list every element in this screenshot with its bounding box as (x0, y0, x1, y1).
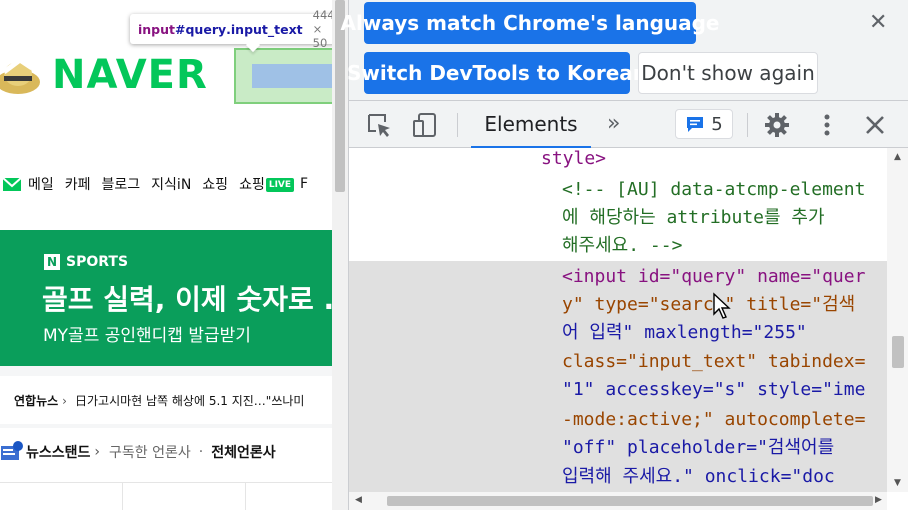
nav-item-shopping-live-label: 쇼핑 (239, 177, 265, 193)
all-press-link[interactable]: 전체언론사 (211, 442, 275, 462)
dom-tree[interactable]: style> <!-- [AU] data-atcmp-element 에 해당… (349, 148, 887, 492)
dom-text: y" type="search" title="검색 (562, 294, 856, 315)
nav-item-cut[interactable]: F (300, 176, 308, 192)
devtools-toolbar: Elements » 5 (349, 100, 908, 148)
dom-line[interactable]: "off" placeholder="검색어를 (562, 434, 834, 462)
naver-logo[interactable]: NAVER (0, 44, 232, 108)
tooltip-id: #query (175, 21, 227, 37)
chevron-right-icon: › (62, 393, 67, 408)
page-viewport: NAVER input #query .input_text 444 × 50 메일… (0, 0, 332, 510)
dom-line[interactable]: 입력해 주세요." onclick="doc (562, 463, 835, 491)
chevron-right-icon: › (94, 444, 101, 460)
language-infobar: Always match Chrome's language ✕ Switch … (341, 0, 908, 100)
dom-horizontal-scrollbar[interactable]: ◀ ▶ (349, 492, 887, 510)
toolbar-divider (747, 113, 748, 137)
dom-text: -mode:active;" autocomplete= (562, 409, 866, 430)
dom-vertical-scrollbar[interactable]: ▲ ▼ (887, 148, 908, 492)
dom-text: <!-- [AU] data-atcmp-element (562, 179, 866, 200)
tooltip-size: 444 × 50 (312, 8, 332, 50)
settings-gear-icon[interactable] (763, 111, 791, 139)
element-tooltip: input #query .input_text 444 × 50 (130, 8, 332, 50)
nav-item-shopping[interactable]: 쇼핑 (202, 174, 228, 194)
dom-text: "off" placeholder="검색어를 (562, 437, 835, 458)
close-devtools-icon[interactable] (861, 111, 889, 139)
nav-item-mail[interactable]: 메일 (28, 174, 54, 194)
close-icon[interactable]: ✕ (869, 12, 887, 34)
sports-brand: N SPORTS (44, 254, 128, 270)
news-source: 연합뉴스 (14, 394, 59, 408)
nav-item-kin[interactable]: 지식iN (151, 174, 191, 194)
always-match-language-button[interactable]: Always match Chrome's language (341, 2, 720, 44)
mail-icon[interactable] (2, 176, 22, 192)
dont-show-again-button[interactable]: Don't show again (638, 52, 818, 94)
newsstand-label[interactable]: 뉴스스탠드 (26, 442, 90, 462)
dom-line[interactable]: 해주세요. --> (562, 232, 682, 260)
grid-divider (245, 483, 246, 510)
device-toolbar-icon[interactable] (411, 111, 439, 139)
dom-text: 어 입력" maxlength="255" (562, 322, 807, 343)
message-icon (687, 117, 704, 132)
dom-text: 입력해 주세요." onclick="doc (562, 466, 835, 487)
dom-line[interactable]: y" type="search" title="검색 (562, 291, 855, 319)
tab-elements[interactable]: Elements (471, 101, 591, 148)
newsstand-row: 뉴스스탠드 › 구독한 언론사 · 전체언론사 (0, 440, 276, 464)
scroll-left-icon[interactable]: ◀ (355, 495, 362, 505)
banner-headline: 골프 실력, 이제 숫자로 . (42, 283, 332, 316)
news-ticker[interactable]: 연합뉴스 › 日가고시마현 남쪽 해상에 5.1 지진…"쓰나미 (14, 392, 304, 409)
dom-text: class="input_text" tabindex= (562, 351, 866, 372)
scroll-up-icon[interactable]: ▲ (894, 152, 901, 162)
more-tabs-icon[interactable]: » (607, 111, 620, 136)
nav-item-blog[interactable]: 블로그 (102, 174, 141, 194)
live-badge: LIVE (265, 178, 295, 192)
dom-text: 해주세요. --> (562, 235, 683, 256)
scroll-right-icon[interactable]: ▶ (875, 495, 882, 505)
dom-line[interactable]: style> (541, 148, 606, 173)
dom-hscrollbar-thumb[interactable] (387, 496, 873, 506)
dom-line[interactable]: 에 해당하는 attribute를 추가 (562, 204, 825, 232)
dom-scrollbar-thumb[interactable] (892, 336, 904, 368)
dom-line[interactable]: <!-- [AU] data-atcmp-element (562, 176, 865, 204)
dom-text: 에 해당하는 attribute를 추가 (562, 207, 825, 228)
divider (0, 366, 332, 376)
page-scrollbar[interactable] (332, 0, 348, 510)
tooltip-class: .input_text (226, 21, 303, 37)
issues-counter[interactable]: 5 (675, 109, 733, 139)
dom-text: <input id="query" name="quer (562, 266, 866, 287)
toolbar-divider (457, 113, 458, 137)
subscribed-press-link[interactable]: 구독한 언론사 (109, 442, 191, 462)
press-grid (0, 482, 332, 510)
mouse-cursor-icon (713, 292, 731, 319)
dom-text: style> (541, 148, 607, 169)
dom-line[interactable]: class="input_text" tabindex= (562, 348, 865, 376)
search-input-highlight[interactable] (252, 64, 332, 88)
devtools-panel: Always match Chrome's language ✕ Switch … (341, 0, 908, 510)
mascot-hat-icon (0, 52, 40, 94)
kebab-menu-icon[interactable] (813, 111, 841, 139)
dom-line[interactable]: -mode:active;" autocomplete= (562, 406, 865, 434)
dom-text: "1" accesskey="s" style="ime (562, 379, 866, 400)
separator-dot: · (198, 444, 204, 460)
newsstand-icon (1, 441, 23, 460)
nav-item-shopping-live[interactable]: 쇼핑 LIVE (239, 174, 295, 194)
banner-subtitle: MY골프 공인핸디캡 발급받기 (43, 326, 251, 346)
sports-banner[interactable]: N SPORTS 골프 실력, 이제 숫자로 . MY골프 공인핸디캡 발급받기 (0, 230, 332, 366)
dom-line[interactable]: <input id="query" name="quer (562, 263, 865, 291)
switch-devtools-korean-button[interactable]: Switch DevTools to Korean (347, 52, 647, 94)
divider (0, 424, 332, 428)
dom-line[interactable]: "1" accesskey="s" style="ime (562, 376, 865, 404)
scroll-down-icon[interactable]: ▼ (894, 478, 901, 488)
service-nav: 메일 카페 블로그 지식iN 쇼핑 쇼핑 LIVE F (0, 170, 308, 198)
tooltip-tag: input (138, 21, 176, 37)
sports-label: SPORTS (66, 254, 129, 270)
logo-text: NAVER (52, 52, 208, 98)
dom-line[interactable]: 어 입력" maxlength="255" (562, 319, 807, 347)
grid-divider (122, 483, 123, 510)
issues-count: 5 (711, 113, 723, 135)
nav-item-cafe[interactable]: 카페 (65, 174, 91, 194)
news-headline[interactable]: 日가고시마현 남쪽 해상에 5.1 지진…"쓰나미 (75, 392, 304, 409)
naver-n-icon: N (44, 254, 60, 270)
select-element-icon[interactable] (365, 111, 393, 139)
